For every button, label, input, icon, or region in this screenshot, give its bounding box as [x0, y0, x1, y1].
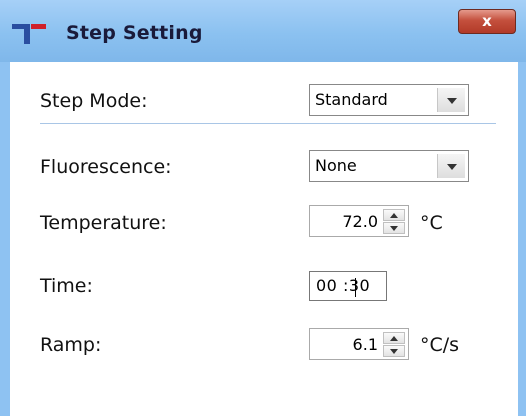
time-input[interactable]: 00 :30 [309, 271, 387, 301]
decrement-icon[interactable] [383, 345, 405, 357]
decrement-icon[interactable] [383, 222, 405, 234]
window-frame-left [0, 62, 10, 416]
app-logo-icon [12, 24, 46, 44]
window-title: Step Setting [66, 22, 203, 44]
fluorescence-label: Fluorescence: [40, 156, 172, 178]
step-setting-window: Step Setting x Step Mode: Standard Fluor… [0, 0, 526, 416]
fluorescence-value: None [315, 156, 357, 175]
chevron-down-icon[interactable] [437, 154, 465, 178]
fluorescence-dropdown[interactable]: None [309, 150, 469, 182]
temperature-value[interactable]: 72.0 [342, 212, 378, 231]
temperature-unit: °C [420, 212, 443, 234]
dialog-content: Step Mode: Standard Fluorescence: None T… [10, 62, 518, 416]
temperature-label: Temperature: [40, 212, 167, 234]
step-mode-label: Step Mode: [40, 90, 148, 112]
increment-icon[interactable] [383, 332, 405, 344]
ramp-unit: °C/s [420, 334, 460, 356]
time-value[interactable]: 00 :30 [316, 276, 370, 295]
ramp-label: Ramp: [40, 334, 102, 356]
step-mode-value: Standard [315, 90, 388, 109]
ramp-value[interactable]: 6.1 [353, 335, 378, 354]
increment-icon[interactable] [383, 209, 405, 221]
time-label: Time: [40, 275, 93, 297]
step-mode-dropdown[interactable]: Standard [309, 84, 469, 116]
close-button[interactable]: x [458, 9, 516, 34]
text-cursor [355, 278, 356, 297]
title-bar[interactable]: Step Setting x [0, 0, 526, 62]
window-frame-right [518, 62, 526, 416]
chevron-down-icon[interactable] [437, 88, 465, 112]
separator [40, 123, 496, 124]
temperature-spinner[interactable]: 72.0 [309, 205, 409, 237]
close-icon: x [482, 12, 492, 30]
ramp-spinner[interactable]: 6.1 [309, 328, 409, 360]
